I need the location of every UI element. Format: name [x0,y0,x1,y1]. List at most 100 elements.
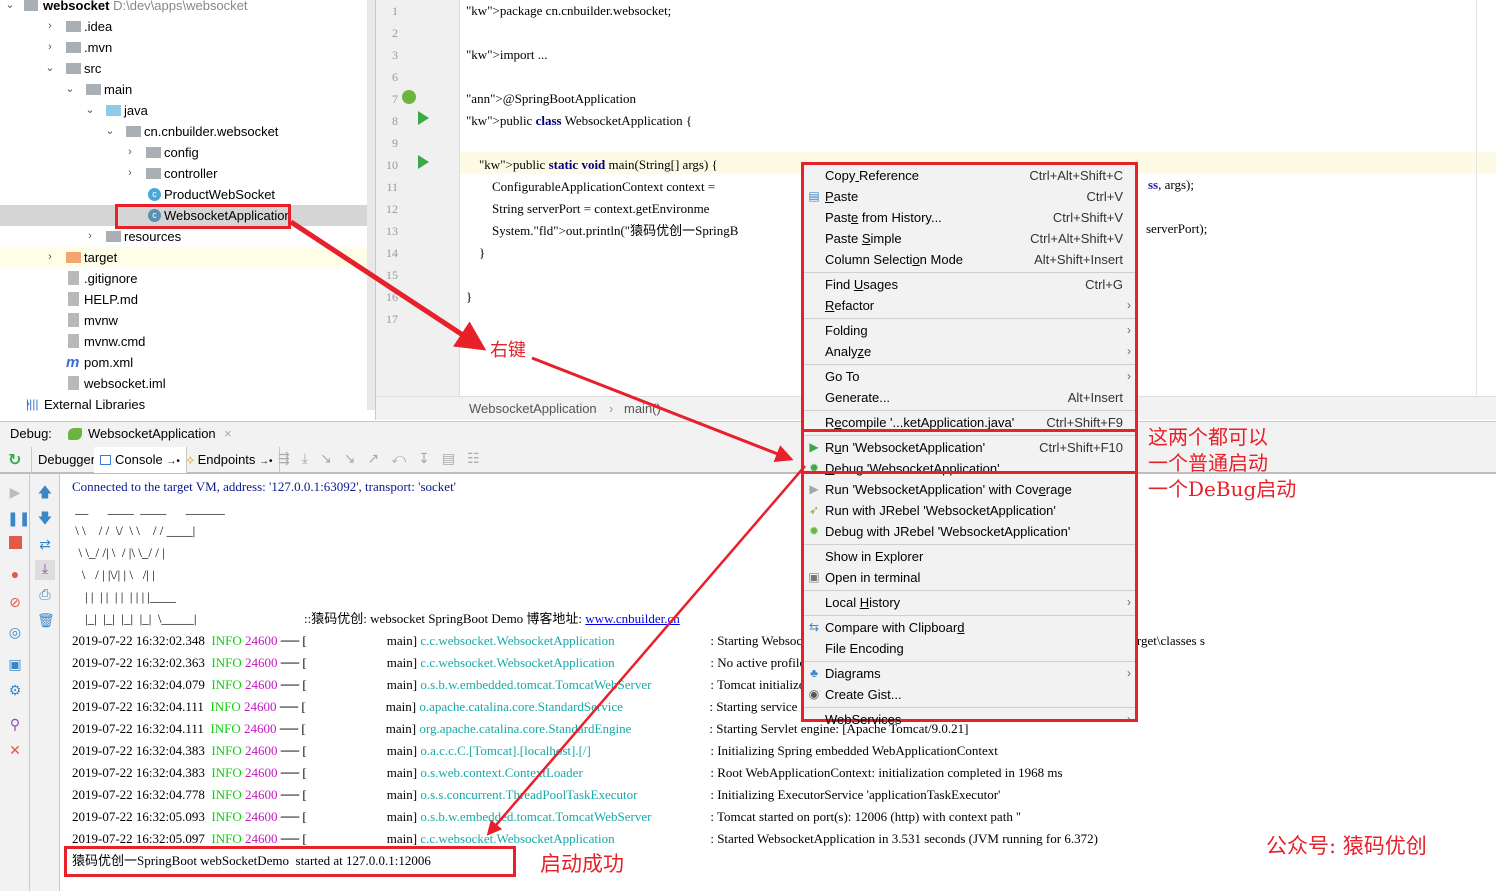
pin-icon[interactable]: ⚲ [7,716,23,732]
step-into-icon[interactable]: ↘ [320,450,344,466]
tree-item[interactable]: mvnw.cmd [0,331,368,352]
menu-item[interactable]: File Encoding [804,638,1135,659]
camera-icon[interactable]: ◎ [7,624,23,640]
print-icon[interactable]: ⎙ [37,586,53,602]
log-timestamp: 2019-07-22 16:32:04.383 [72,765,205,780]
run-to-cursor-icon[interactable]: ↧ [418,450,442,466]
tree-root[interactable]: ⌄ websocket D:\dev\apps\websocket [0,0,368,16]
menu-item[interactable]: ▤ Paste Ctrl+V [804,186,1135,207]
layout-icon[interactable]: ▣ [7,656,23,672]
menu-item[interactable]: Local History › [804,592,1135,613]
run-class-icon[interactable] [418,111,429,125]
menu-item[interactable]: ▶ Run 'WebsocketApplication' with Coverag… [804,479,1135,500]
settings-icon[interactable]: ⚙ [7,682,23,698]
breadcrumb-class[interactable]: WebsocketApplication [469,397,597,421]
resume-icon[interactable]: ▶ [7,484,23,500]
blog-link[interactable]: www.cnbuilder.cn [585,611,679,626]
scroll-to-end-icon[interactable]: ⤓ [35,560,55,580]
menu-item-shortcut: Ctrl+V [1086,189,1123,204]
chevron-right-icon[interactable]: › [44,16,56,37]
tree-item[interactable]: ⌄ src [0,58,368,79]
chevron-down-icon[interactable]: ⌄ [4,0,16,16]
tree-scrollbar[interactable] [367,0,375,410]
tab-endpoints[interactable]: ⟡ Endpoints →• [180,447,280,473]
menu-item[interactable]: Column Selection Mode Alt+Shift+Insert [804,249,1135,270]
scroll-up-icon[interactable]: 🡅 [37,484,53,500]
tree-item[interactable]: › .idea [0,16,368,37]
step-out-icon[interactable]: ↗ [367,450,391,466]
soft-wrap-icon[interactable]: ⇄ [37,536,53,552]
menu-item[interactable]: ▣ Open in terminal [804,567,1135,588]
tab-label: Console [115,452,163,467]
tab-label: Endpoints [197,452,256,467]
tree-item[interactable]: m pom.xml [0,352,368,373]
tab-console[interactable]: Console →• [94,447,187,473]
menu-item[interactable]: WebServices › [804,709,1135,730]
tree-item[interactable]: › resources [0,226,368,247]
view-breakpoints-icon[interactable]: ● [7,566,23,582]
menu-item[interactable]: Paste from History... Ctrl+Shift+V [804,207,1135,228]
force-step-into-icon[interactable]: ↘ [344,450,368,466]
clear-all-icon[interactable]: 🗑 [37,612,55,628]
menu-item[interactable]: Analyze › [804,341,1135,362]
run-main-icon[interactable] [418,155,429,169]
breadcrumb-method[interactable]: main() [624,397,661,421]
evaluate-icon[interactable]: ▤ [442,450,467,466]
spring-bean-icon[interactable] [402,90,416,104]
drop-frame-icon[interactable]: ⤺ [391,450,418,466]
rerun-icon[interactable]: ↻ [8,450,21,470]
menu-item[interactable]: Show in Explorer [804,546,1135,567]
menu-item[interactable]: ◉ Create Gist... [804,684,1135,705]
tree-item[interactable]: › controller [0,163,368,184]
tree-item[interactable]: HELP.md [0,289,368,310]
menu-item[interactable]: Paste Simple Ctrl+Alt+Shift+V [804,228,1135,249]
menu-item[interactable]: Refactor › [804,295,1135,316]
menu-item[interactable]: Folding › [804,320,1135,341]
log-level: INFO [210,721,241,736]
mute-breakpoints-icon[interactable]: ⊘ [7,594,23,610]
close-tab-icon[interactable]: × [224,422,232,446]
compare-icon: ⇆ [808,620,820,634]
show-execution-point-icon[interactable]: ⇶ [278,450,302,466]
menu-item[interactable]: Generate... Alt+Insert [804,387,1135,408]
trace-icon[interactable]: ☷ [467,450,492,466]
chevron-down-icon[interactable]: ⌄ [64,79,76,100]
chevron-right-icon[interactable]: › [44,37,56,58]
scroll-down-icon[interactable]: 🡇 [37,510,53,526]
tree-item[interactable]: mvnw [0,310,368,331]
tree-item[interactable]: ⌄ main [0,79,368,100]
menu-item[interactable]: Go To › [804,366,1135,387]
step-over-icon[interactable]: ⤓ [302,450,320,466]
menu-item[interactable]: ♣ Diagrams › [804,663,1135,684]
chevron-right-icon[interactable]: › [124,163,136,184]
tree-item[interactable]: › |||| External Libraries [0,394,368,415]
terminal-icon: ▣ [808,570,820,584]
console-output[interactable]: Connected to the target VM, address: '12… [60,476,1496,891]
tree-item[interactable]: c ProductWebSocket [0,184,368,205]
tree-item[interactable]: › .mvn [0,37,368,58]
menu-item[interactable]: Find Usages Ctrl+G [804,274,1135,295]
tree-item[interactable]: ⌄ java [0,100,368,121]
chevron-down-icon[interactable]: ⌄ [44,58,56,79]
chevron-right-icon[interactable]: › [44,247,56,268]
pause-icon[interactable]: ❚❚ [7,510,30,526]
tree-item[interactable]: › target [0,247,368,268]
chevron-right-icon[interactable]: › [124,142,136,163]
tree-item[interactable]: websocket.iml [0,373,368,394]
stop-icon[interactable] [9,536,22,549]
chevron-right-icon[interactable]: › [84,226,96,247]
menu-item[interactable]: ➶ Run with JRebel 'WebsocketApplication' [804,500,1135,521]
line-number: 17 [386,312,398,326]
menu-item[interactable]: ⇆ Compare with Clipboard [804,617,1135,638]
tree-item[interactable]: › config [0,142,368,163]
menu-item[interactable]: Copy Reference Ctrl+Alt+Shift+C [804,165,1135,186]
run-config-tab[interactable]: WebsocketApplication [88,422,216,446]
tree-item[interactable]: .gitignore [0,268,368,289]
chevron-down-icon[interactable]: ⌄ [104,121,116,142]
tab-debugger[interactable]: Debugger [31,447,103,473]
chevron-down-icon[interactable]: ⌄ [84,100,96,121]
close-icon[interactable]: ✕ [7,742,23,758]
menu-item[interactable]: ✹ Debug with JRebel 'WebsocketApplication… [804,521,1135,542]
annotation-right-click: 右键 [490,340,526,361]
tree-item[interactable]: ⌄ cn.cnbuilder.websocket [0,121,368,142]
